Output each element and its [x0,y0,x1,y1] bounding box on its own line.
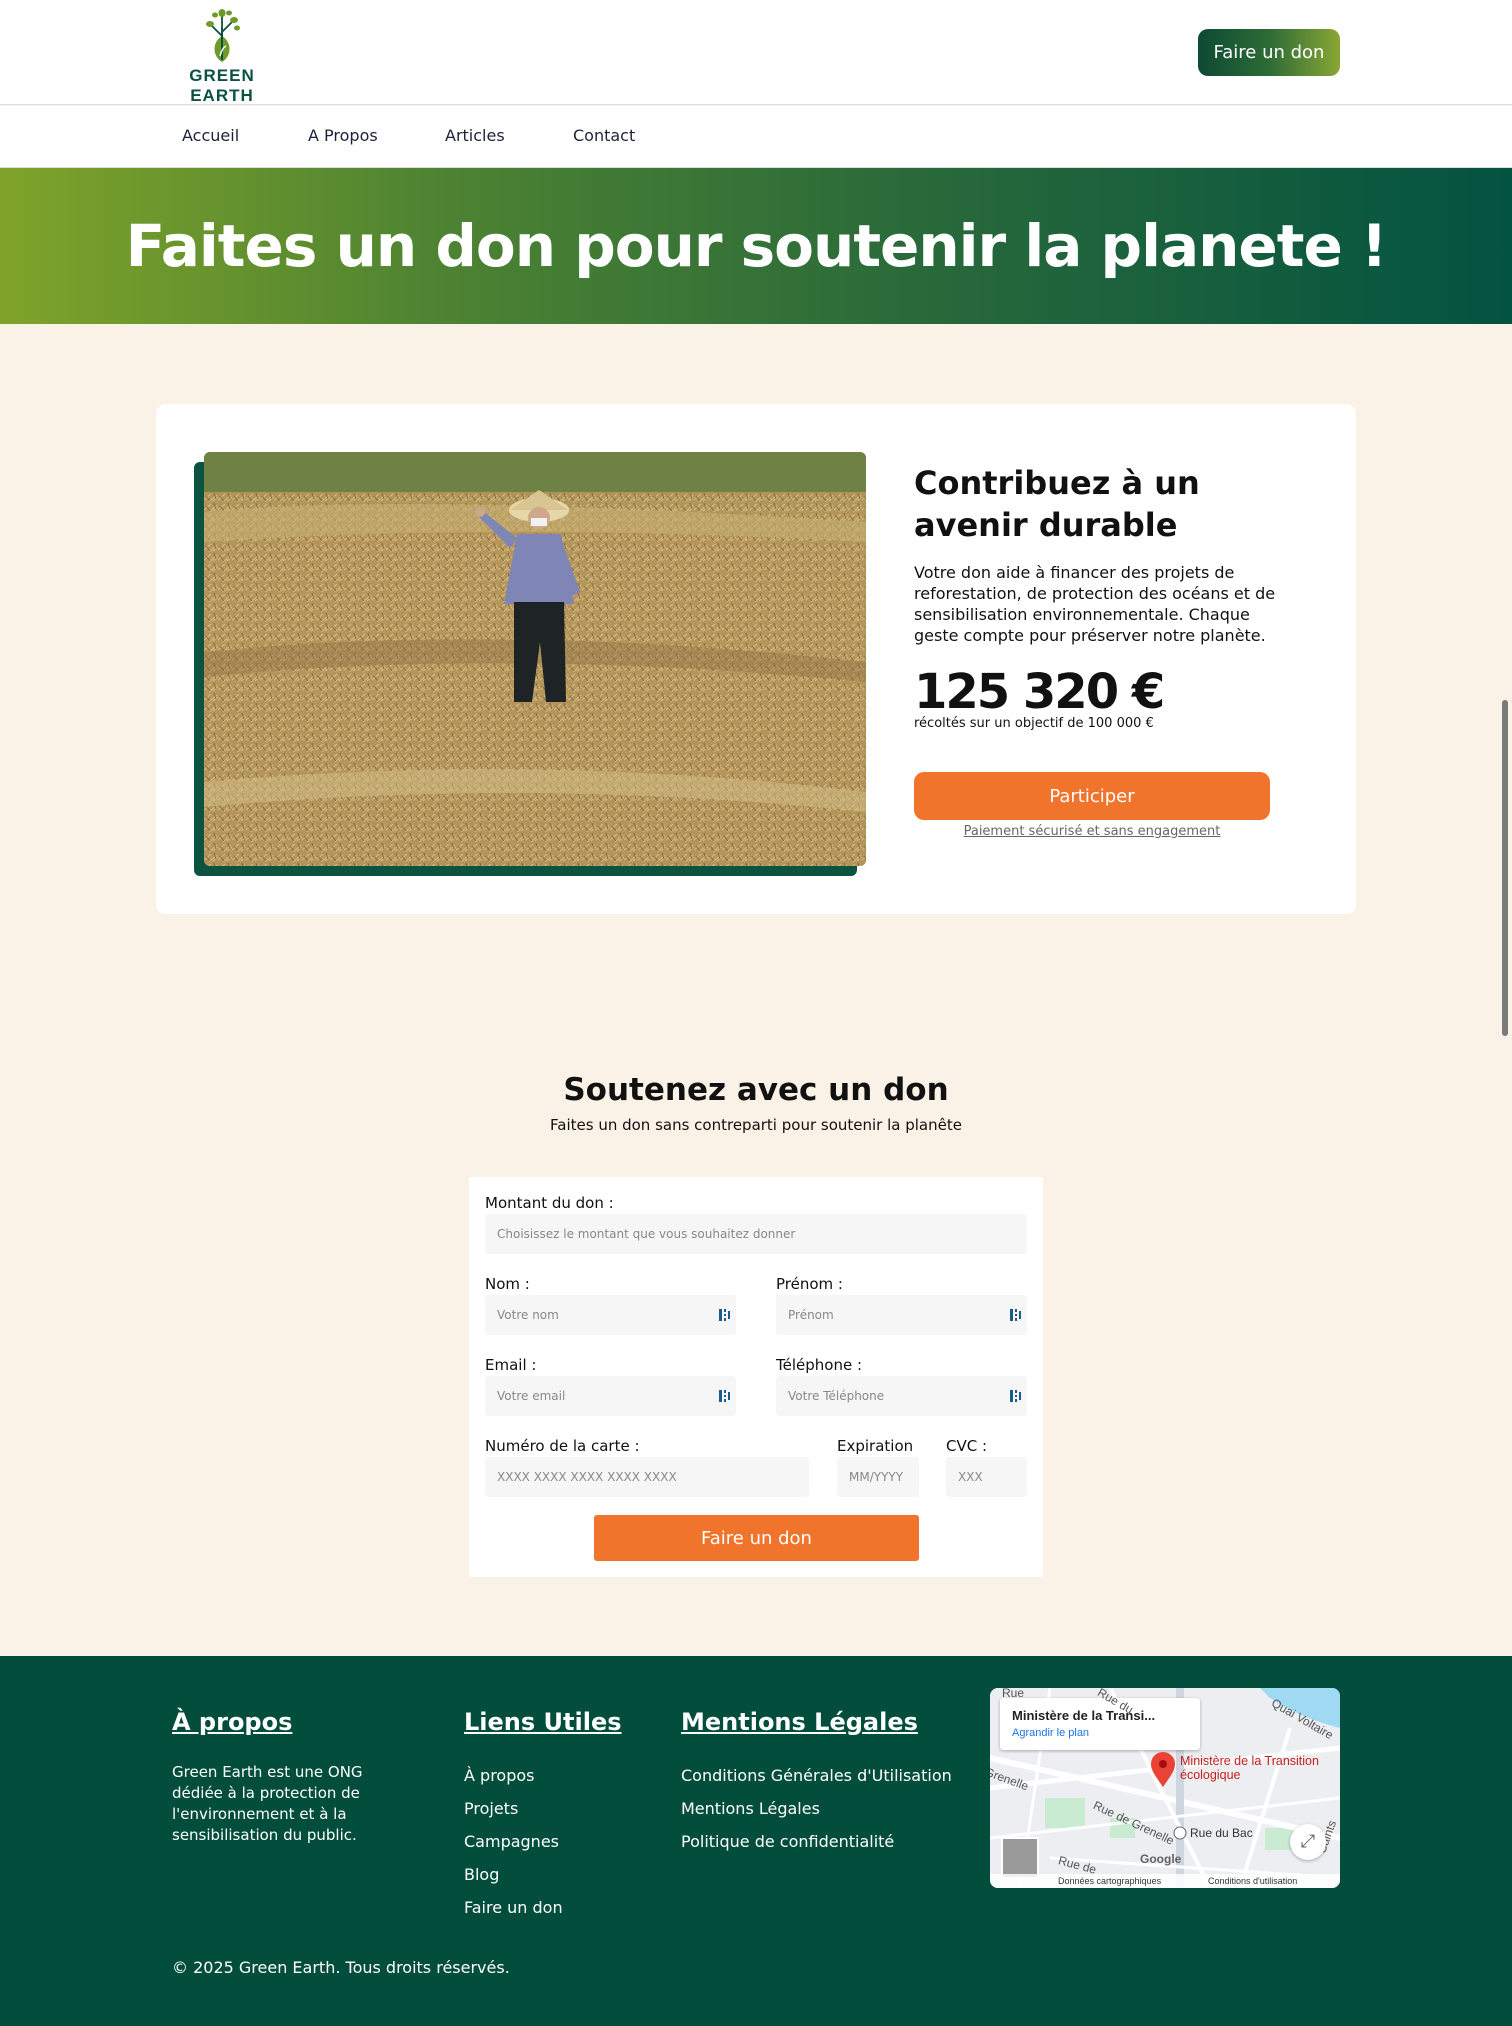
nav-item-contact[interactable]: Contact [573,126,635,145]
tree-logo-icon [206,9,240,62]
main-nav: Accueil A Propos Articles Contact [0,106,1512,168]
footer-about-text: Green Earth est une ONG dédiée à la prot… [172,1763,363,1844]
form-section-title: Soutenez avec un don [563,1072,949,1108]
email-input[interactable] [485,1376,736,1416]
logo[interactable]: GREEN EARTH [172,6,272,105]
phone-label: Téléphone : [776,1356,863,1374]
hero-title: Faites un don pour soutenir la planete ! [125,212,1388,280]
form-section-subtitle: Faites un don sans contreparti pour sout… [550,1116,962,1134]
nav-item-articles[interactable]: Articles [445,126,505,145]
map-place-title: Ministère de la Transi... [1012,1708,1156,1723]
amount-input[interactable] [485,1214,1027,1254]
footer-about-heading: À propos [172,1708,293,1736]
fullscreen-icon[interactable]: ⤢ [1290,1824,1326,1860]
autofill-key-icon[interactable] [1009,1388,1023,1404]
map-street-label: Rue [1002,1688,1025,1700]
map-street-label: Rue du Bac [1190,1826,1253,1840]
nom-input[interactable] [485,1295,736,1335]
footer-legal-heading: Mentions Légales [681,1708,918,1736]
cvc-label: CVC : [946,1437,988,1455]
footer-link-mentions[interactable]: Mentions Légales [681,1799,820,1818]
autofill-key-icon[interactable] [1009,1307,1023,1323]
farmer-photo [204,452,866,866]
footer-link-a-propos[interactable]: À propos [464,1766,534,1785]
hero-banner: Faites un don pour soutenir la planete ! [0,168,1512,324]
submit-donation-button[interactable]: Faire un don [594,1515,919,1561]
autofill-key-icon[interactable] [718,1307,732,1323]
footer-link-blog[interactable]: Blog [464,1865,499,1884]
footer-link-privacy[interactable]: Politique de confidentialité [681,1832,894,1851]
card-number-label: Numéro de la carte : [485,1437,640,1455]
footer-link-donate[interactable]: Faire un don [464,1898,563,1917]
footer: À propos Green Earth est une ONG dédiée … [0,1656,1512,2026]
participate-button[interactable]: Participer [914,772,1270,820]
map-terms-label[interactable]: Conditions d'utilisation [1208,1876,1297,1886]
map-data-label[interactable]: Données cartographiques [1058,1876,1161,1886]
map-pin-icon[interactable] [1150,1752,1176,1788]
card-number-input[interactable] [485,1457,809,1497]
prenom-input[interactable] [776,1295,1027,1335]
footer-link-projets[interactable]: Projets [464,1799,518,1818]
prenom-label: Prénom : [776,1275,843,1293]
secure-payment-link[interactable]: Paiement sécurisé et sans engagement [914,824,1270,839]
embedded-map[interactable]: Ministère de la Transi... Agrandir le pl… [990,1688,1340,1888]
logo-text: GREEN EARTH [189,66,255,105]
raised-amount: 125 320 € [914,664,1165,720]
donation-form: Montant du don : Nom : Prénom : Email : … [469,1177,1043,1577]
map-enlarge-link[interactable]: Agrandir le plan [1012,1727,1188,1739]
nom-label: Nom : [485,1275,530,1293]
card-title: Contribuez à un avenir durable [914,464,1200,544]
raised-goal-text: récoltés sur un objectif de 100 000 € [914,716,1154,731]
expiration-label: Expiration [837,1437,914,1455]
page-scrollbar[interactable] [1502,700,1508,1036]
google-logo: Google [1140,1852,1182,1866]
map-attribution-bar: Données cartographiques Conditions d'uti… [990,1874,1340,1888]
footer-link-cgu[interactable]: Conditions Générales d'Utilisation [681,1766,952,1785]
email-label: Email : [485,1356,537,1374]
amount-label: Montant du don : [485,1194,614,1212]
cvc-input[interactable] [946,1457,1027,1497]
map-place-card[interactable]: Ministère de la Transi... Agrandir le pl… [1000,1698,1200,1750]
nav-item-accueil[interactable]: Accueil [182,126,239,145]
footer-link-campagnes[interactable]: Campagnes [464,1832,559,1851]
autofill-key-icon[interactable] [718,1388,732,1404]
donation-card: Contribuez à un avenir durable Votre don… [156,404,1356,914]
top-header: GREEN EARTH Faire un don [0,0,1512,105]
card-description: Votre don aide à financer des projets de… [914,563,1276,645]
nav-item-a-propos[interactable]: A Propos [308,126,378,145]
phone-input[interactable] [776,1376,1027,1416]
donate-header-button[interactable]: Faire un don [1198,29,1340,76]
footer-links-heading: Liens Utiles [464,1708,622,1736]
map-pin-label: Ministère de la Transition écologique [1180,1754,1319,1782]
copyright: © 2025 Green Earth. Tous droits réservés… [172,1958,510,1977]
expiration-input[interactable] [837,1457,919,1497]
